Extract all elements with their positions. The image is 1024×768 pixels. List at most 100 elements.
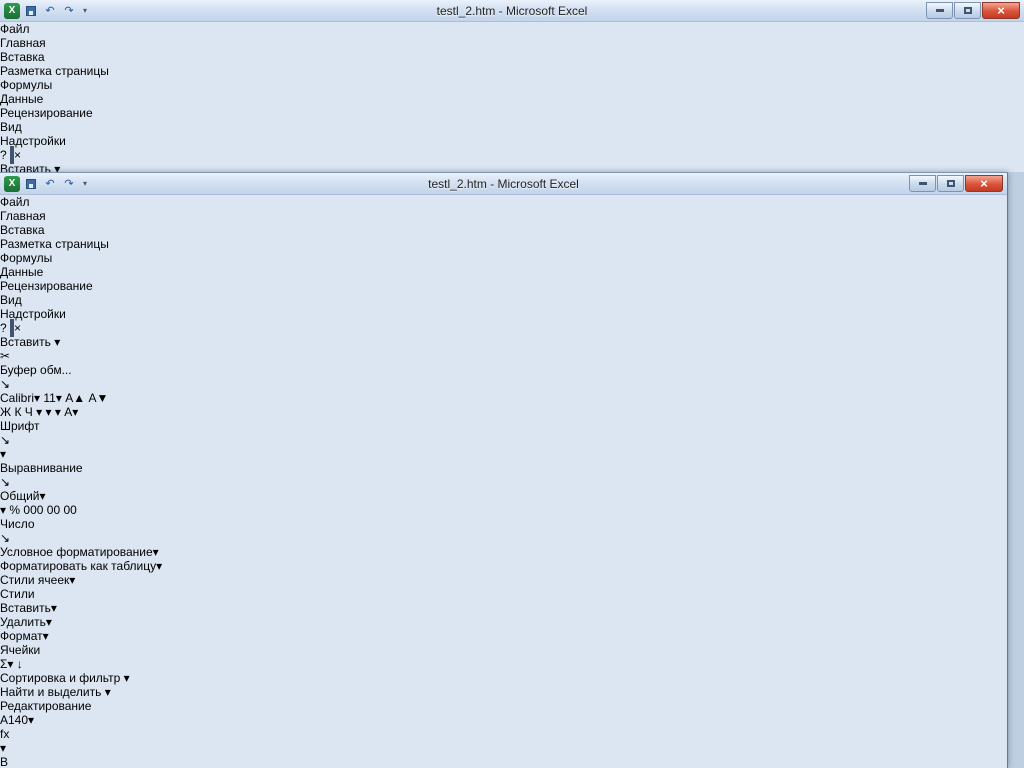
tab-addins[interactable]: Надстройки	[0, 134, 1024, 148]
close-button[interactable]: ×	[965, 175, 1003, 192]
sort-filter-button[interactable]: Сортировка и фильтр ▾	[0, 671, 1007, 685]
tab-insert[interactable]: Вставка	[0, 50, 1024, 64]
undo-icon[interactable]: ↶	[42, 3, 58, 19]
percent-style-button[interactable]: %	[9, 503, 20, 517]
alignment-group-label: Выравнивание	[0, 461, 83, 475]
format-cells-label: Формат	[0, 629, 43, 643]
number-group-label: Число	[0, 517, 35, 531]
clipboard-mini-buttons: ✂	[0, 349, 1007, 363]
workbook-close-icon[interactable]: ×	[14, 148, 21, 162]
number-format-select[interactable]: Общий▾	[0, 489, 46, 503]
help-icon[interactable]: ?	[0, 321, 7, 335]
tab-file[interactable]: Файл	[0, 195, 1007, 209]
qat-dropdown-icon[interactable]: ▾	[80, 3, 90, 19]
font-size-select[interactable]: 11▾	[43, 391, 62, 405]
delete-cells-button[interactable]: Удалить▾	[0, 615, 1007, 629]
name-box[interactable]: A140▾	[0, 713, 1007, 727]
conditional-formatting-button[interactable]: Условное форматирование▾	[0, 545, 1007, 559]
fill-down-icon: ↓	[16, 657, 23, 671]
comma-style-button[interactable]: 000	[23, 503, 43, 517]
tab-insert[interactable]: Вставка	[0, 223, 1007, 237]
bold-button[interactable]: Ж	[0, 405, 11, 419]
autosum-button[interactable]: Σ▾	[0, 657, 13, 671]
chevron-down-icon: ▾	[55, 391, 62, 405]
font-name-value: Calibri	[0, 391, 35, 405]
save-icon[interactable]	[23, 176, 39, 192]
paste-button[interactable]: Вставить ▾	[0, 162, 1024, 172]
dialog-launcher-icon[interactable]: ↘	[0, 531, 10, 545]
foreground-window-chrome: X ↶ ↷ ▾ testl_2.htm - Microsoft Excel × …	[0, 173, 1007, 755]
number-group: Общий▾ ▾ % 000 00 00 Число ↘	[0, 489, 1007, 545]
tab-data[interactable]: Данные	[0, 92, 1024, 106]
merge-center-button[interactable]: ▾	[0, 447, 6, 461]
close-button[interactable]: ×	[982, 2, 1020, 19]
underline-button[interactable]: Ч	[25, 405, 33, 419]
minimize-button[interactable]	[926, 2, 953, 19]
cell-styles-button[interactable]: Стили ячеек▾	[0, 573, 1007, 587]
minimize-button[interactable]	[909, 175, 936, 192]
formula-expand-icon[interactable]: ▾	[0, 741, 1007, 755]
tab-home[interactable]: Главная	[0, 36, 1024, 50]
tab-view[interactable]: Вид	[0, 293, 1007, 307]
tab-review[interactable]: Рецензирование	[0, 279, 1007, 293]
insert-cells-button[interactable]: Вставить▾	[0, 601, 1007, 615]
maximize-button[interactable]	[954, 2, 981, 19]
tab-formulas[interactable]: Формулы	[0, 78, 1024, 92]
column-header-B[interactable]: B	[0, 755, 18, 768]
tab-view[interactable]: Вид	[0, 120, 1024, 134]
currency-format-button[interactable]: ▾	[0, 503, 6, 517]
cut-icon[interactable]: ✂	[0, 349, 10, 363]
excel-app-icon[interactable]: X	[4, 2, 20, 19]
redo-icon[interactable]: ↷	[61, 3, 77, 19]
dialog-launcher-icon[interactable]: ↘	[0, 433, 10, 447]
excel-app-icon[interactable]: X	[4, 175, 20, 192]
increase-decimal-button[interactable]: 00	[47, 503, 60, 517]
borders-button[interactable]: ▾	[46, 405, 52, 419]
background-window-chrome: X ↶ ↷ ▾ testl_2.htm - Microsoft Excel × …	[0, 0, 1024, 172]
find-select-button[interactable]: Найти и выделить ▾	[0, 685, 1007, 699]
tab-addins[interactable]: Надстройки	[0, 307, 1007, 321]
editing-mini-buttons: Σ▾ ↓	[0, 657, 1007, 671]
dialog-launcher-icon[interactable]: ↘	[0, 475, 10, 489]
titlebar[interactable]: X ↶ ↷ ▾ testl_2.htm - Microsoft Excel ×	[0, 0, 1024, 22]
save-icon[interactable]	[23, 3, 39, 19]
dialog-launcher-icon[interactable]: ↘	[0, 377, 10, 391]
italic-button[interactable]: К	[14, 405, 21, 419]
ribbon-tab-strip: Файл Главная Вставка Разметка страницы Ф…	[0, 195, 1007, 337]
workbook-close-icon[interactable]: ×	[14, 321, 21, 335]
tab-review[interactable]: Рецензирование	[0, 106, 1024, 120]
paste-button[interactable]: Вставить ▾	[0, 335, 1007, 349]
titlebar[interactable]: X ↶ ↷ ▾ testl_2.htm - Microsoft Excel ×	[0, 173, 1007, 195]
font-group: Calibri▾ 11▾ А▲ А▼ Ж К Ч ▾ ▾ ▾ А▾ Шрифт …	[0, 391, 1007, 447]
grow-font-button[interactable]: А▲	[65, 391, 85, 405]
help-icon[interactable]: ?	[0, 148, 7, 162]
fill-button[interactable]: ↓	[17, 657, 23, 671]
undo-icon[interactable]: ↶	[42, 176, 58, 192]
insert-cells-label: Вставить	[0, 601, 51, 615]
font-color-button[interactable]: А▾	[64, 405, 78, 419]
qat-dropdown-icon[interactable]: ▾	[80, 176, 90, 192]
fill-color-button[interactable]: ▾	[55, 405, 61, 419]
name-box-dropdown-icon[interactable]: ▾	[28, 713, 34, 727]
decrease-decimal-button[interactable]: 00	[63, 503, 76, 517]
insert-function-button[interactable]: fx	[0, 727, 1007, 741]
font-name-select[interactable]: Calibri▾	[0, 391, 40, 405]
tab-formulas[interactable]: Формулы	[0, 251, 1007, 265]
format-cells-button[interactable]: Формат▾	[0, 629, 1007, 643]
tab-page-layout[interactable]: Разметка страницы	[0, 237, 1007, 251]
tab-data[interactable]: Данные	[0, 265, 1007, 279]
delete-cells-label: Удалить	[0, 615, 46, 629]
redo-icon[interactable]: ↷	[61, 176, 77, 192]
tab-home[interactable]: Главная	[0, 209, 1007, 223]
shrink-font-button[interactable]: А▼	[88, 391, 108, 405]
floppy-glyph	[26, 178, 36, 189]
format-as-table-button[interactable]: Форматировать как таблицу▾	[0, 559, 1007, 573]
maximize-button[interactable]	[937, 175, 964, 192]
chevron-down-icon[interactable]: ▾	[36, 405, 42, 419]
tab-file[interactable]: Файл	[0, 22, 1024, 36]
chevron-down-icon: ▾	[69, 573, 76, 587]
close-icon: ×	[980, 176, 988, 191]
tab-page-layout[interactable]: Разметка страницы	[0, 64, 1024, 78]
clipboard-group: Вставить ▾ ✂ Буфер обм... ↘	[0, 162, 1024, 172]
chevron-down-icon: ▾	[54, 162, 61, 172]
